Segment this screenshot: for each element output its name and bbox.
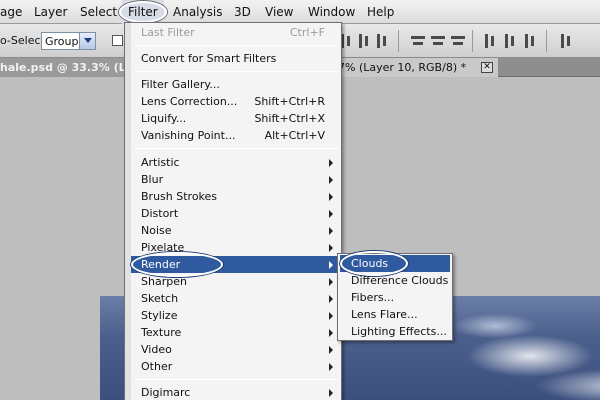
menu-item-render[interactable]: Render bbox=[131, 252, 341, 277]
distribute-right-icon[interactable] bbox=[522, 32, 538, 50]
menu-bar: age Layer Select Filter Analysis 3D View… bbox=[0, 0, 600, 24]
render-label: Render bbox=[141, 258, 181, 271]
chevron-down-icon[interactable] bbox=[79, 33, 95, 49]
menu-filter[interactable]: Filter bbox=[122, 0, 164, 24]
filter-menu: Last Filter Ctrl+F Convert for Smart Fil… bbox=[124, 22, 342, 400]
menu-separator bbox=[135, 45, 339, 46]
submenu-item-lighting-effects[interactable]: Lighting Effects... bbox=[340, 323, 450, 340]
menu-item-video[interactable]: Video bbox=[131, 341, 341, 358]
auto-select-dropdown[interactable]: Group bbox=[41, 32, 96, 50]
menu-item-other[interactable]: Other bbox=[131, 358, 341, 375]
document-tab-layer10[interactable]: 7% (Layer 10, RGB/8) * bbox=[338, 58, 498, 77]
liquify-shortcut: Shift+Ctrl+X bbox=[254, 112, 325, 125]
menu-window[interactable]: Window bbox=[302, 0, 361, 24]
distribute-left-icon[interactable] bbox=[482, 32, 498, 50]
menu-item-artistic[interactable]: Artistic bbox=[131, 154, 341, 171]
separator bbox=[398, 30, 399, 52]
menu-item-brush-strokes[interactable]: Brush Strokes bbox=[131, 188, 341, 205]
menu-item-blur[interactable]: Blur bbox=[131, 171, 341, 188]
show-transform-checkbox[interactable] bbox=[112, 35, 123, 46]
auto-select-value: Group bbox=[45, 35, 79, 48]
vanishing-point-label: Vanishing Point... bbox=[141, 129, 236, 142]
menu-item-digimarc[interactable]: Digimarc bbox=[131, 384, 341, 400]
menu-item-convert-smart-filters[interactable]: Convert for Smart Filters bbox=[131, 50, 341, 67]
vanishing-point-shortcut: Alt+Ctrl+V bbox=[264, 129, 325, 142]
menu-item-texture[interactable]: Texture bbox=[131, 324, 341, 341]
menu-item-last-filter: Last Filter Ctrl+F bbox=[131, 24, 341, 41]
menu-item-sketch[interactable]: Sketch bbox=[131, 290, 341, 307]
last-filter-label: Last Filter bbox=[141, 26, 195, 39]
menu-3d[interactable]: 3D bbox=[228, 0, 257, 24]
distribute-top-icon[interactable] bbox=[410, 32, 426, 50]
menu-view[interactable]: View bbox=[259, 0, 299, 24]
submenu-item-difference-clouds[interactable]: Difference Clouds bbox=[340, 272, 450, 289]
menu-item-lens-correction[interactable]: Lens Correction... Shift+Ctrl+R bbox=[131, 93, 341, 110]
submenu-item-lens-flare[interactable]: Lens Flare... bbox=[340, 306, 450, 323]
menu-item-filter-gallery[interactable]: Filter Gallery... bbox=[131, 76, 341, 93]
close-icon[interactable]: ✕ bbox=[481, 62, 493, 73]
lens-correction-label: Lens Correction... bbox=[141, 95, 238, 108]
submenu-item-clouds[interactable]: Clouds bbox=[340, 251, 450, 276]
last-filter-shortcut: Ctrl+F bbox=[289, 26, 325, 39]
menu-item-sharpen[interactable]: Sharpen bbox=[131, 273, 341, 290]
liquify-label: Liquify... bbox=[141, 112, 187, 125]
menu-select[interactable]: Select bbox=[74, 0, 123, 24]
menu-item-stylize[interactable]: Stylize bbox=[131, 307, 341, 324]
lens-correction-shortcut: Shift+Ctrl+R bbox=[254, 95, 325, 108]
submenu-item-fibers[interactable]: Fibers... bbox=[340, 289, 450, 306]
menu-layer[interactable]: Layer bbox=[28, 0, 73, 24]
align-vcenter-icon[interactable] bbox=[356, 32, 372, 50]
menu-item-pixelate[interactable]: Pixelate bbox=[131, 239, 341, 256]
menu-separator bbox=[135, 71, 339, 72]
render-submenu: Clouds Difference Clouds Fibers... Lens … bbox=[337, 251, 453, 341]
menu-item-vanishing-point[interactable]: Vanishing Point... Alt+Ctrl+V bbox=[131, 127, 341, 144]
menu-analysis[interactable]: Analysis bbox=[167, 0, 228, 24]
menu-item-noise[interactable]: Noise bbox=[131, 222, 341, 239]
separator bbox=[472, 30, 473, 52]
distribute-vcenter-icon[interactable] bbox=[430, 32, 446, 50]
menu-help[interactable]: Help bbox=[361, 0, 400, 24]
menu-image[interactable]: age bbox=[0, 0, 28, 24]
menu-separator bbox=[135, 379, 339, 380]
menu-item-distort[interactable]: Distort bbox=[131, 205, 341, 222]
distribute-bottom-icon[interactable] bbox=[450, 32, 466, 50]
clouds-label: Clouds bbox=[351, 257, 389, 270]
auto-align-icon[interactable] bbox=[558, 32, 574, 50]
document-tab-whale[interactable]: hale.psd @ 33.3% (La bbox=[0, 58, 126, 77]
separator bbox=[546, 30, 547, 52]
menu-separator bbox=[135, 148, 339, 149]
distribute-hcenter-icon[interactable] bbox=[502, 32, 518, 50]
align-bottom-icon[interactable] bbox=[374, 32, 390, 50]
menu-item-liquify[interactable]: Liquify... Shift+Ctrl+X bbox=[131, 110, 341, 127]
